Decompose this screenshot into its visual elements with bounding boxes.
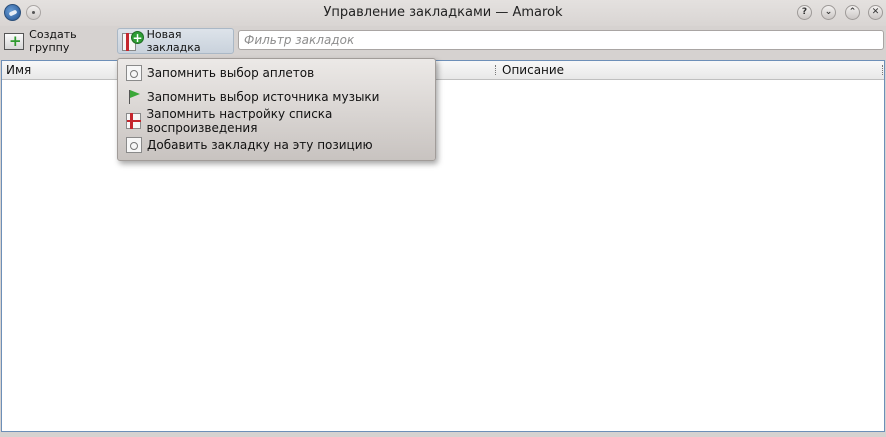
menu-item-label: Запомнить выбор аплетов [147,66,315,80]
menu-item-label: Запомнить выбор источника музыки [147,90,380,104]
column-separator[interactable] [495,65,496,75]
flag-icon [126,89,142,105]
column-name[interactable]: Имя [6,63,31,77]
new-bookmark-label: Новая закладка [146,28,201,54]
close-button[interactable]: ✕ [868,5,883,20]
menu-item-remember-playlist[interactable]: Запомнить настройку списка воспроизведен… [118,107,435,135]
document-icon [126,137,142,153]
playlist-icon [126,113,142,129]
maximize-button[interactable]: ⌃ [845,5,860,20]
create-group-label: Создать группу [29,28,77,54]
minimize-button[interactable]: ⌄ [821,5,836,20]
menu-item-remember-applets[interactable]: Запомнить выбор аплетов [118,61,435,85]
create-group-button[interactable]: Создать группу [2,28,112,54]
new-bookmark-icon: + [122,31,144,51]
new-bookmark-menu: Запомнить выбор аплетов Запомнить выбор … [117,58,436,161]
menu-item-label: Запомнить настройку списка воспроизведен… [146,107,333,135]
window-title: Управление закладками — Amarok [323,5,563,20]
column-description[interactable]: Описание [502,63,564,77]
bookmark-filter-input[interactable]: Фильтр закладок [238,30,884,50]
help-button[interactable]: ? [797,5,812,20]
menu-item-add-position[interactable]: Добавить закладку на эту позицию [118,133,435,157]
new-bookmark-button[interactable]: + Новая закладка [117,28,234,54]
create-group-icon [4,32,25,50]
document-icon [126,65,142,81]
column-separator[interactable] [882,65,883,75]
toolbar: Создать группу + Новая закладка Фильтр з… [0,26,886,56]
title-bar: Управление закладками — Amarok ? ⌄ ⌃ ✕ [0,0,886,26]
menu-item-label: Добавить закладку на эту позицию [147,138,373,152]
menu-item-remember-music-source[interactable]: Запомнить выбор источника музыки [118,85,435,109]
